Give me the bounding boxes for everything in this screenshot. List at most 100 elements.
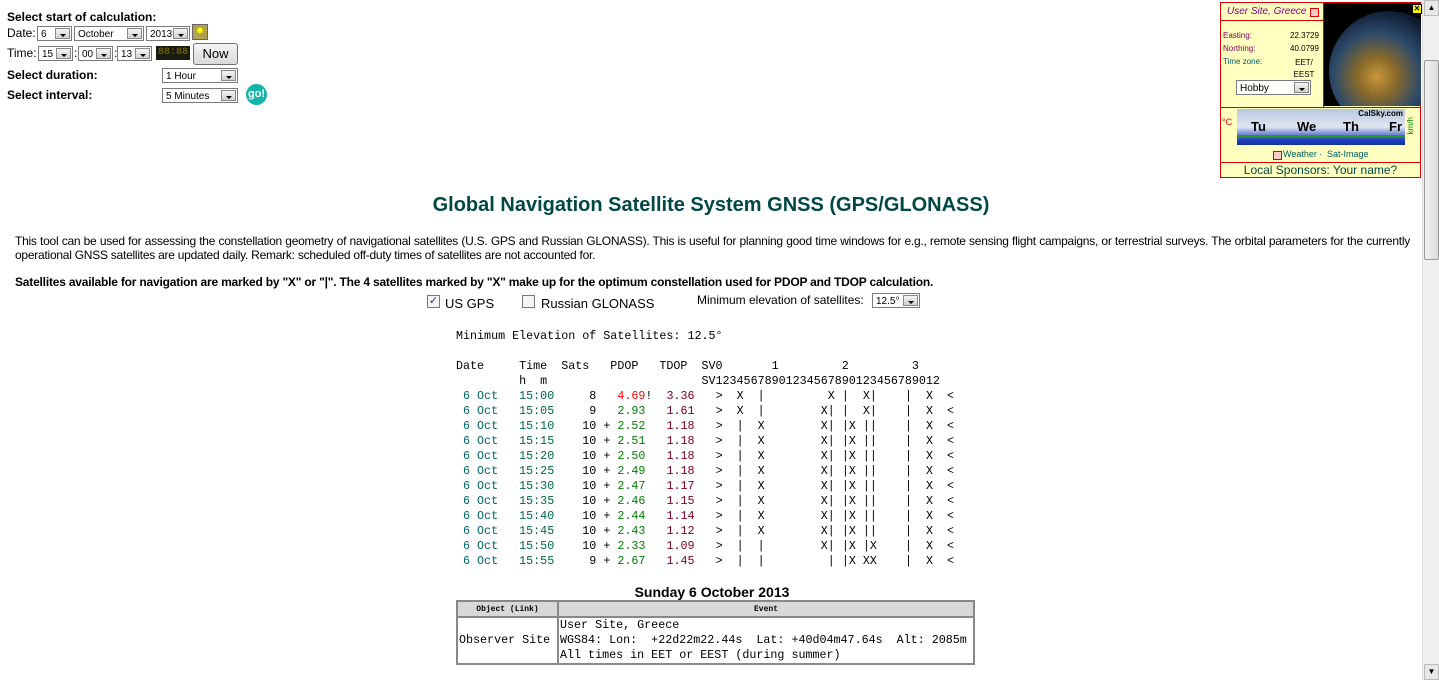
row-sats: 10 [582, 449, 597, 463]
chevron-down-icon [55, 28, 70, 39]
chevron-down-icon [96, 48, 111, 59]
min-elevation-select[interactable]: 12.5° [872, 293, 920, 308]
weather-link[interactable]: Weather [1283, 149, 1317, 159]
chevron-down-icon [221, 90, 236, 101]
minute-select[interactable]: 00 [78, 46, 113, 61]
time-label: Time: [7, 46, 37, 60]
hour-select[interactable]: 15 [38, 46, 73, 61]
row-time: 15:40 [519, 509, 555, 523]
row-satellites: > | X X| |X || | X < [715, 509, 955, 523]
row-satellites: > | X X| |X || | X < [715, 479, 955, 493]
row-date: 6 Oct [463, 494, 499, 508]
row-plus: + [603, 464, 611, 478]
row-pdop: 2.46 [617, 494, 646, 508]
weather-chart[interactable]: CalSky.com Tu We Th Fr [1237, 109, 1405, 145]
table-row: 6 Oct 15:55 9 + 2.67 1.45 > | | | |X XX … [456, 554, 954, 569]
row-tdop: 1.45 [666, 554, 695, 568]
row-plus: + [603, 479, 611, 493]
close-icon[interactable]: ✕ [1412, 4, 1422, 14]
row-time: 15:00 [519, 389, 555, 403]
earth-globe-image[interactable] [1324, 3, 1421, 106]
row-date: 6 Oct [463, 404, 499, 418]
row-tdop: 1.18 [666, 449, 695, 463]
easting-label: Easting: [1223, 31, 1252, 40]
row-date: 6 Oct [463, 554, 499, 568]
day-label: We [1297, 119, 1317, 134]
now-button[interactable]: Now [193, 43, 238, 65]
row-time: 15:25 [519, 464, 555, 478]
scroll-down-icon[interactable]: ▼ [1424, 664, 1439, 680]
sponsors-link[interactable]: Local Sponsors: Your name? [1221, 163, 1420, 177]
month-select[interactable]: October [74, 26, 144, 41]
row-time: 15:35 [519, 494, 555, 508]
table-row: 6 Oct 15:00 8 4.69! 3.36 > X | X | X| | … [456, 389, 954, 404]
row-time: 15:55 [519, 554, 555, 568]
month-value: October [78, 29, 114, 40]
min-elevation-label: Minimum elevation of satellites: [697, 293, 864, 307]
second-select[interactable]: 13 [117, 46, 152, 61]
row-satellites: > | X X| |X || | X < [715, 449, 955, 463]
chevron-down-icon [56, 48, 71, 59]
edit-site-icon[interactable] [1310, 8, 1319, 17]
min-elevation-line: Minimum Elevation of Satellites: 12.5° [456, 329, 723, 343]
row-satellites: > | | X| |X |X | X < [715, 539, 955, 553]
glonass-label: Russian GLONASS [541, 296, 655, 311]
row-flag: ! [645, 389, 653, 403]
table-row: 6 Oct 15:30 10 + 2.47 1.17 > | X X| |X |… [456, 479, 954, 494]
event-line: WGS84: Lon: +22d22m22.44s Lat: +40d04m47… [560, 633, 967, 647]
row-pdop: 2.43 [617, 524, 646, 538]
interval-select[interactable]: 5 Minutes [162, 88, 238, 103]
table-row: Observer Site User Site, Greece WGS84: L… [456, 616, 975, 665]
row-date: 6 Oct [463, 464, 499, 478]
day-label: Th [1343, 119, 1359, 134]
row-tdop: 1.17 [666, 479, 695, 493]
table-row: 6 Oct 15:05 9 2.93 1.61 > X | X| | X| | … [456, 404, 954, 419]
wind-unit: km/h [1406, 117, 1415, 135]
row-satellites: > | X X| |X || | X < [715, 419, 955, 433]
scrollbar-thumb[interactable] [1424, 60, 1439, 260]
row-plus: + [603, 449, 611, 463]
object-cell[interactable]: Observer Site [456, 616, 559, 665]
row-plus: + [603, 494, 611, 508]
go-button[interactable]: go! [246, 84, 267, 105]
scroll-up-icon[interactable]: ▲ [1424, 0, 1439, 16]
intro-text: This tool can be used for assessing the … [15, 234, 1410, 262]
day-value: 6 [41, 29, 47, 40]
row-pdop: 2.47 [617, 479, 646, 493]
chevron-down-icon [221, 70, 236, 81]
table-row: 6 Oct 15:45 10 + 2.43 1.12 > | X X| |X |… [456, 524, 954, 539]
gps-checkbox[interactable]: ✓ [427, 295, 440, 308]
glonass-checkbox[interactable] [522, 295, 535, 308]
site-name[interactable]: User Site, Greece [1227, 6, 1306, 17]
date-label: Date: [7, 26, 36, 40]
interval-label: Select interval: [7, 88, 93, 102]
row-sats: 10 [582, 509, 597, 523]
row-sats: 10 [582, 479, 597, 493]
row-sats: 8 [589, 389, 597, 403]
results-subheader: h m SV12345678901234567890123456789012 [456, 374, 940, 388]
duration-select[interactable]: 1 Hour [162, 68, 238, 83]
meteo-brand: CalSky.com [1358, 109, 1403, 118]
year-select[interactable]: 2013 [146, 26, 190, 41]
table-row: 6 Oct 15:10 10 + 2.52 1.18 > | X X| |X |… [456, 419, 954, 434]
row-satellites: > | X X| |X || | X < [715, 464, 955, 478]
row-time: 15:05 [519, 404, 555, 418]
calendar-icon[interactable]: ✸ [192, 24, 208, 40]
row-tdop: 1.09 [666, 539, 695, 553]
row-pdop: 2.33 [617, 539, 646, 553]
col-event-header: Event [557, 600, 975, 618]
mode-select[interactable]: Hobby [1236, 80, 1311, 95]
duration-label: Select duration: [7, 68, 98, 82]
event-cell: User Site, Greece WGS84: Lon: +22d22m22.… [557, 616, 975, 665]
chevron-down-icon [127, 28, 142, 39]
chevron-down-icon [173, 28, 188, 39]
sat-image-link[interactable]: Sat-Image [1327, 149, 1369, 159]
row-tdop: 3.36 [666, 389, 695, 403]
row-plus: + [603, 554, 611, 568]
row-plus: + [603, 419, 611, 433]
day-select[interactable]: 6 [37, 26, 72, 41]
mode-value: Hobby [1240, 83, 1269, 94]
row-plus: + [603, 434, 611, 448]
vertical-scrollbar[interactable]: ▲ ▼ [1422, 0, 1439, 680]
row-sats: 10 [582, 464, 597, 478]
